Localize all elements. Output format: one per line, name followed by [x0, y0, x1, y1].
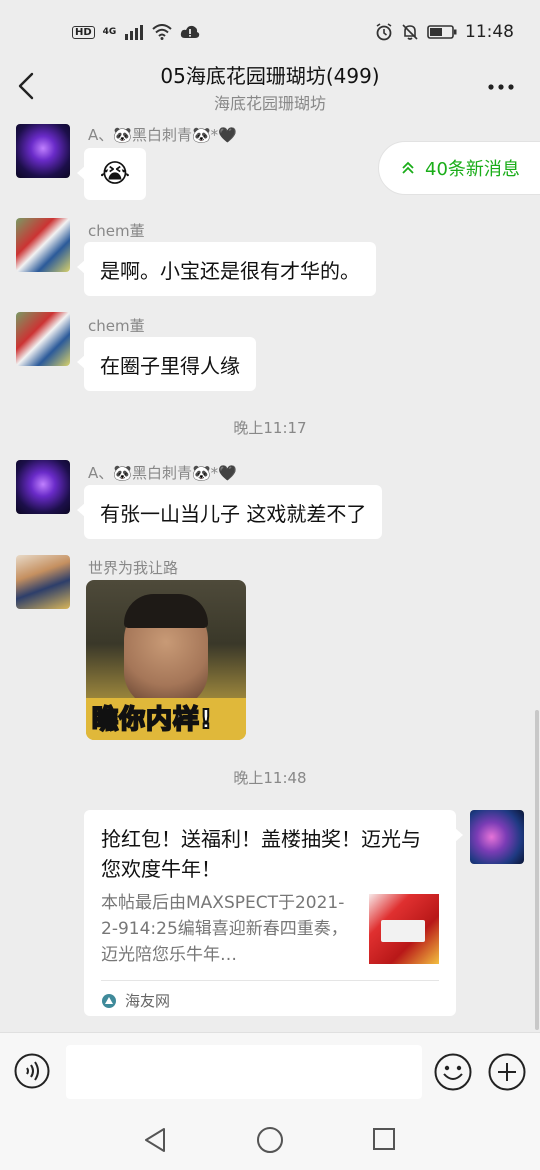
new-messages-button[interactable]: 40条新消息 — [378, 141, 540, 195]
network-type: 4G — [102, 27, 117, 37]
link-card-source: 海友网 — [101, 990, 170, 1011]
new-messages-label: 40条新消息 — [425, 159, 520, 180]
timestamp: 晚上11:17 — [233, 419, 307, 437]
mute-bell-icon — [402, 24, 418, 40]
chat-title: 05海底花园珊瑚坊(499) — [160, 64, 380, 88]
cloud-alert-icon — [181, 25, 200, 38]
avatar[interactable] — [16, 555, 70, 609]
message-bubble[interactable]: 在圈子里得人缘 — [77, 337, 256, 391]
avatar[interactable] — [470, 810, 524, 864]
nav-back-icon[interactable] — [142, 1126, 168, 1154]
wifi-icon — [152, 24, 172, 40]
avatar[interactable] — [16, 218, 70, 272]
nav-home-icon[interactable] — [256, 1126, 284, 1154]
status-left: HD 4G — [72, 24, 200, 40]
avatar[interactable] — [16, 460, 70, 514]
sticker-caption: 瞧你内样! — [91, 704, 213, 736]
sender-name: 世界为我让路 — [88, 559, 179, 577]
avatar[interactable] — [16, 312, 70, 366]
link-card-description: 本帖最后由MAXSPECT于2021-2-914:25编辑喜迎新春四重奏，迈光陪… — [101, 893, 348, 965]
double-chevron-up-icon — [402, 161, 414, 174]
sticker-image[interactable]: 瞧你内样! — [86, 580, 246, 740]
scrollbar[interactable] — [535, 710, 539, 1030]
message-text: 是啊。小宝还是很有才华的。 — [100, 258, 360, 283]
timestamp: 晚上11:48 — [233, 769, 307, 787]
message-bubble[interactable]: 是啊。小宝还是很有才华的。 — [77, 242, 376, 296]
nav-recent-icon[interactable] — [372, 1127, 396, 1151]
link-card-title: 抢红包！送福利！盖楼抽奖！迈光与您欢度牛年！ — [101, 827, 421, 881]
chat-subtitle: 海底花园珊瑚坊 — [213, 94, 326, 113]
status-right: 11:48 — [375, 22, 514, 42]
sender-name: chem董 — [88, 317, 145, 335]
hd-badge: HD — [72, 25, 95, 39]
message-text: 有张一山当儿子 这戏就差不了 — [100, 501, 367, 526]
message-input[interactable] — [66, 1045, 422, 1099]
divider — [101, 980, 439, 981]
sender-name: A、🐼黑白刺青🐼*🖤 — [88, 126, 237, 144]
link-card[interactable]: 抢红包！送福利！盖楼抽奖！迈光与您欢度牛年！ 本帖最后由MAXSPECT于202… — [84, 810, 463, 1016]
plus-icon[interactable] — [488, 1053, 526, 1091]
message-bubble[interactable]: 😭 — [77, 148, 146, 200]
sticker-hair — [124, 594, 208, 628]
source-logo-icon — [102, 993, 116, 1008]
system-nav-bar — [0, 1112, 540, 1170]
avatar[interactable] — [16, 124, 70, 178]
input-bar — [0, 1032, 540, 1112]
battery-icon — [427, 25, 457, 39]
link-card-source-label: 海友网 — [125, 992, 171, 1010]
clock: 11:48 — [465, 22, 514, 42]
message-bubble[interactable]: 有张一山当儿子 这戏就差不了 — [76, 485, 383, 539]
signal-icon — [125, 25, 144, 40]
sender-name: A、🐼黑白刺青🐼*🖤 — [88, 464, 237, 482]
sender-name: chem董 — [88, 222, 145, 240]
emoji-icon[interactable] — [434, 1053, 472, 1091]
chat-header: 05海底花园珊瑚坊(499) 海底花园珊瑚坊 — [0, 56, 540, 118]
status-bar: HD 4G 11:48 — [0, 0, 540, 64]
message-text: 在圈子里得人缘 — [100, 353, 240, 378]
message-text: 😭 — [99, 159, 131, 189]
voice-icon[interactable] — [14, 1053, 50, 1089]
link-card-thumbnail — [369, 894, 439, 964]
more-icon[interactable] — [486, 72, 516, 102]
alarm-icon — [376, 23, 392, 41]
